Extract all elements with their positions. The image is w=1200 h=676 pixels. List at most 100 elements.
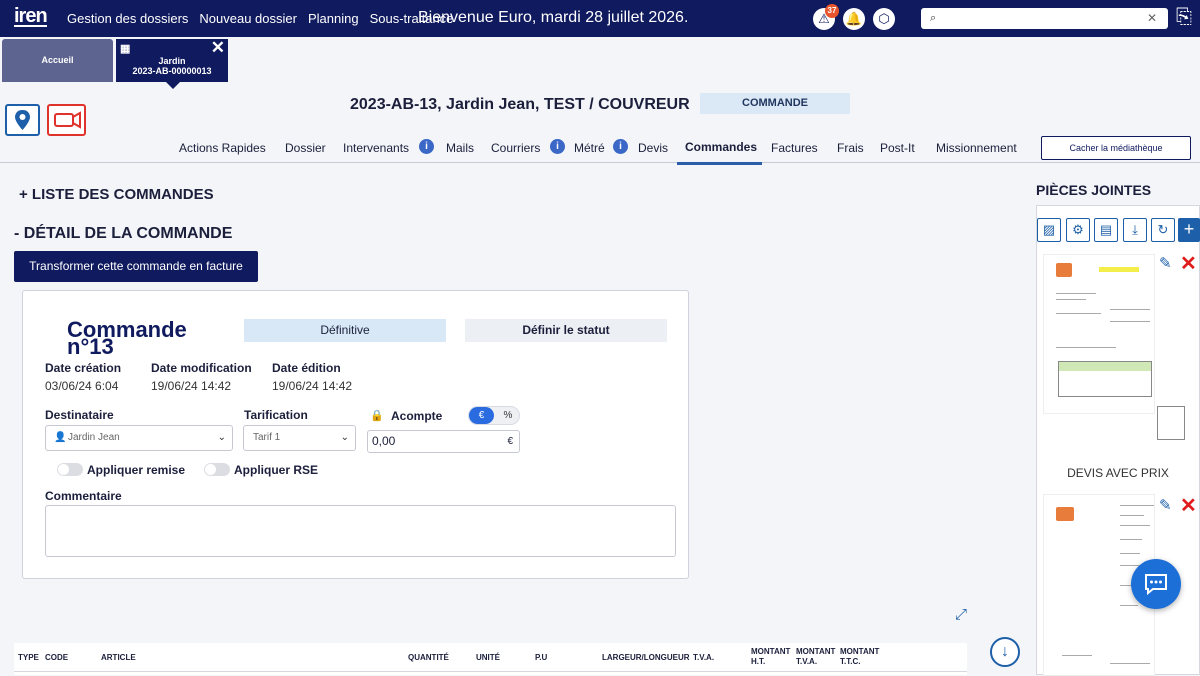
order-card: Commande n°13 Définitive Définir le stat… (22, 290, 689, 579)
tarification-select[interactable]: Tarif 1 ⌄ (243, 425, 356, 451)
tab-commandes[interactable]: Commandes (685, 140, 757, 154)
order-lines-table-header: TYPE CODE ARTICLE QUANTITÉ UNITÉ P.U LAR… (14, 643, 967, 675)
col-article: ARTICLE (101, 653, 136, 662)
tab-frais[interactable]: Frais (837, 141, 864, 155)
doc-line (1056, 347, 1116, 348)
destinataire-select[interactable]: 👤 Jardin Jean ⌄ (45, 425, 233, 451)
chevron-down-icon: ⌄ (340, 432, 349, 443)
tab-accueil[interactable]: Accueil (2, 39, 113, 82)
download-icon[interactable]: ⤓ (1123, 218, 1147, 242)
acompte-unit: € (507, 436, 513, 447)
nav-nouveau-dossier[interactable]: Nouveau dossier (199, 11, 297, 26)
bell-icon[interactable]: 🔔 (843, 8, 865, 30)
info-icon[interactable]: i (613, 139, 628, 154)
doc-line (1120, 553, 1140, 554)
orders-list-toggle[interactable]: + LISTE DES COMMANDES (19, 186, 214, 203)
calculator-icon: ▦ (120, 43, 131, 55)
commande-chip: COMMANDE (700, 93, 850, 114)
date-modification-value: 19/06/24 14:42 (151, 379, 232, 393)
attachment-caption: DEVIS AVEC PRIX (1067, 466, 1169, 480)
order-detail-toggle[interactable]: - DÉTAIL DE LA COMMANDE (14, 225, 232, 243)
col-tva: T.V.A. (693, 653, 715, 662)
hide-media-button[interactable]: Cacher la médiathèque (1041, 136, 1191, 160)
order-title: Commande n°13 (67, 317, 187, 359)
tab-missionnement[interactable]: Missionnement (936, 141, 1017, 155)
comment-textarea[interactable] (45, 505, 676, 557)
transform-to-invoice-button[interactable]: Transformer cette commande en facture (14, 251, 258, 282)
nav-gestion-dossiers[interactable]: Gestion des dossiers (67, 11, 188, 26)
gear-icon[interactable]: ⚙ (1066, 218, 1090, 242)
location-pin-button[interactable] (5, 104, 40, 136)
doc-line (1110, 321, 1150, 322)
acompte-euro-option[interactable]: € (469, 407, 494, 424)
col-montant-ttc: MONTANT T.T.C. (840, 647, 880, 666)
comment-label: Commentaire (45, 489, 122, 503)
info-icon[interactable]: i (550, 139, 565, 154)
add-attachment-button[interactable]: + (1178, 218, 1200, 242)
tab-devis[interactable]: Devis (638, 141, 668, 155)
remise-switch[interactable] (57, 463, 83, 476)
tab-dossier-jardin[interactable]: ▦ ✕ Jardin 2023-AB-00000013 (116, 38, 228, 89)
tarification-value: Tarif 1 (253, 432, 281, 443)
doc-line (1056, 313, 1101, 314)
active-tab-indicator (677, 162, 762, 165)
acompte-input[interactable]: 0,00 € (367, 430, 520, 453)
tab-dossier[interactable]: Dossier (285, 141, 326, 155)
remise-label: Appliquer remise (87, 463, 186, 477)
camera-button[interactable] (47, 104, 86, 136)
chat-button[interactable] (1131, 559, 1181, 609)
set-status-button[interactable]: Définir le statut (465, 319, 667, 342)
col-quantite: QUANTITÉ (408, 653, 449, 662)
acompte-label: Acompte (391, 409, 443, 423)
status-badge: Définitive (244, 319, 446, 342)
dossier-title: 2023-AB-13, Jardin Jean, TEST / COUVREUR (350, 96, 690, 113)
doc-line (1062, 655, 1092, 656)
tab-courriers[interactable]: Courriers (491, 141, 540, 155)
doc-line (1120, 525, 1150, 526)
rse-switch[interactable] (204, 463, 230, 476)
delete-icon[interactable]: ✕ (1180, 251, 1197, 276)
top-bar: iren Gestion des dossiers Nouveau dossie… (0, 0, 1200, 37)
search-icon: ⌕ (930, 12, 937, 24)
doc-line (1056, 293, 1096, 294)
edit-pencil-icon[interactable]: ✎ (1159, 254, 1172, 272)
scroll-down-button[interactable]: ↓ (990, 637, 1020, 667)
package-icon[interactable]: ⬡ (873, 8, 895, 30)
tab-metre[interactable]: Métré (574, 141, 605, 155)
tab-divider (0, 162, 1200, 163)
app-logo[interactable]: iren (14, 5, 48, 28)
search-input[interactable]: ⌕ ✕ (921, 8, 1168, 29)
logout-icon[interactable]: ⎘ (1176, 6, 1192, 29)
tarification-label: Tarification (244, 408, 308, 422)
acompte-percent-option[interactable]: % (497, 407, 519, 424)
document-logo (1056, 507, 1074, 521)
col-largeur-longueur: LARGEUR/LONGUEUR (602, 653, 690, 662)
expand-icon[interactable]: ⤢ (955, 606, 967, 623)
info-icon[interactable]: i (419, 139, 434, 154)
tab-mails[interactable]: Mails (446, 141, 474, 155)
rse-label: Appliquer RSE (234, 463, 319, 477)
doc-line (1120, 539, 1142, 540)
tab-factures[interactable]: Factures (771, 141, 818, 155)
clear-search-icon[interactable]: ✕ (1147, 11, 1157, 25)
attachments-panel: ▨ ⚙ ▤ ⤓ ↻ + ✎ ✕ DEVIS AVEC PRIX ✎ ✕ (1036, 205, 1200, 676)
edit-pencil-icon[interactable]: ✎ (1159, 496, 1172, 514)
delete-icon[interactable]: ✕ (1180, 493, 1197, 518)
tab-post-it[interactable]: Post-It (880, 141, 915, 155)
tab-dossier-name: Jardin (158, 56, 186, 66)
image-icon[interactable]: ▨ (1037, 218, 1061, 242)
tab-actions-rapides[interactable]: Actions Rapides (179, 141, 266, 155)
close-tab-icon[interactable]: ✕ (211, 38, 225, 58)
attachment-thumbnail[interactable] (1043, 254, 1155, 414)
destinataire-value: Jardin Jean (68, 432, 120, 443)
tab-intervenants[interactable]: Intervenants (343, 141, 409, 155)
document-icon[interactable]: ▤ (1094, 218, 1118, 242)
tab-pointer (166, 82, 180, 89)
date-edition-label: Date édition (272, 361, 341, 375)
doc-table (1058, 361, 1152, 397)
destinataire-label: Destinataire (45, 408, 114, 422)
refresh-icon[interactable]: ↻ (1151, 218, 1175, 242)
acompte-mode-toggle[interactable]: € % (468, 406, 520, 425)
chat-bubble-icon (1145, 574, 1167, 596)
nav-planning[interactable]: Planning (308, 11, 359, 26)
